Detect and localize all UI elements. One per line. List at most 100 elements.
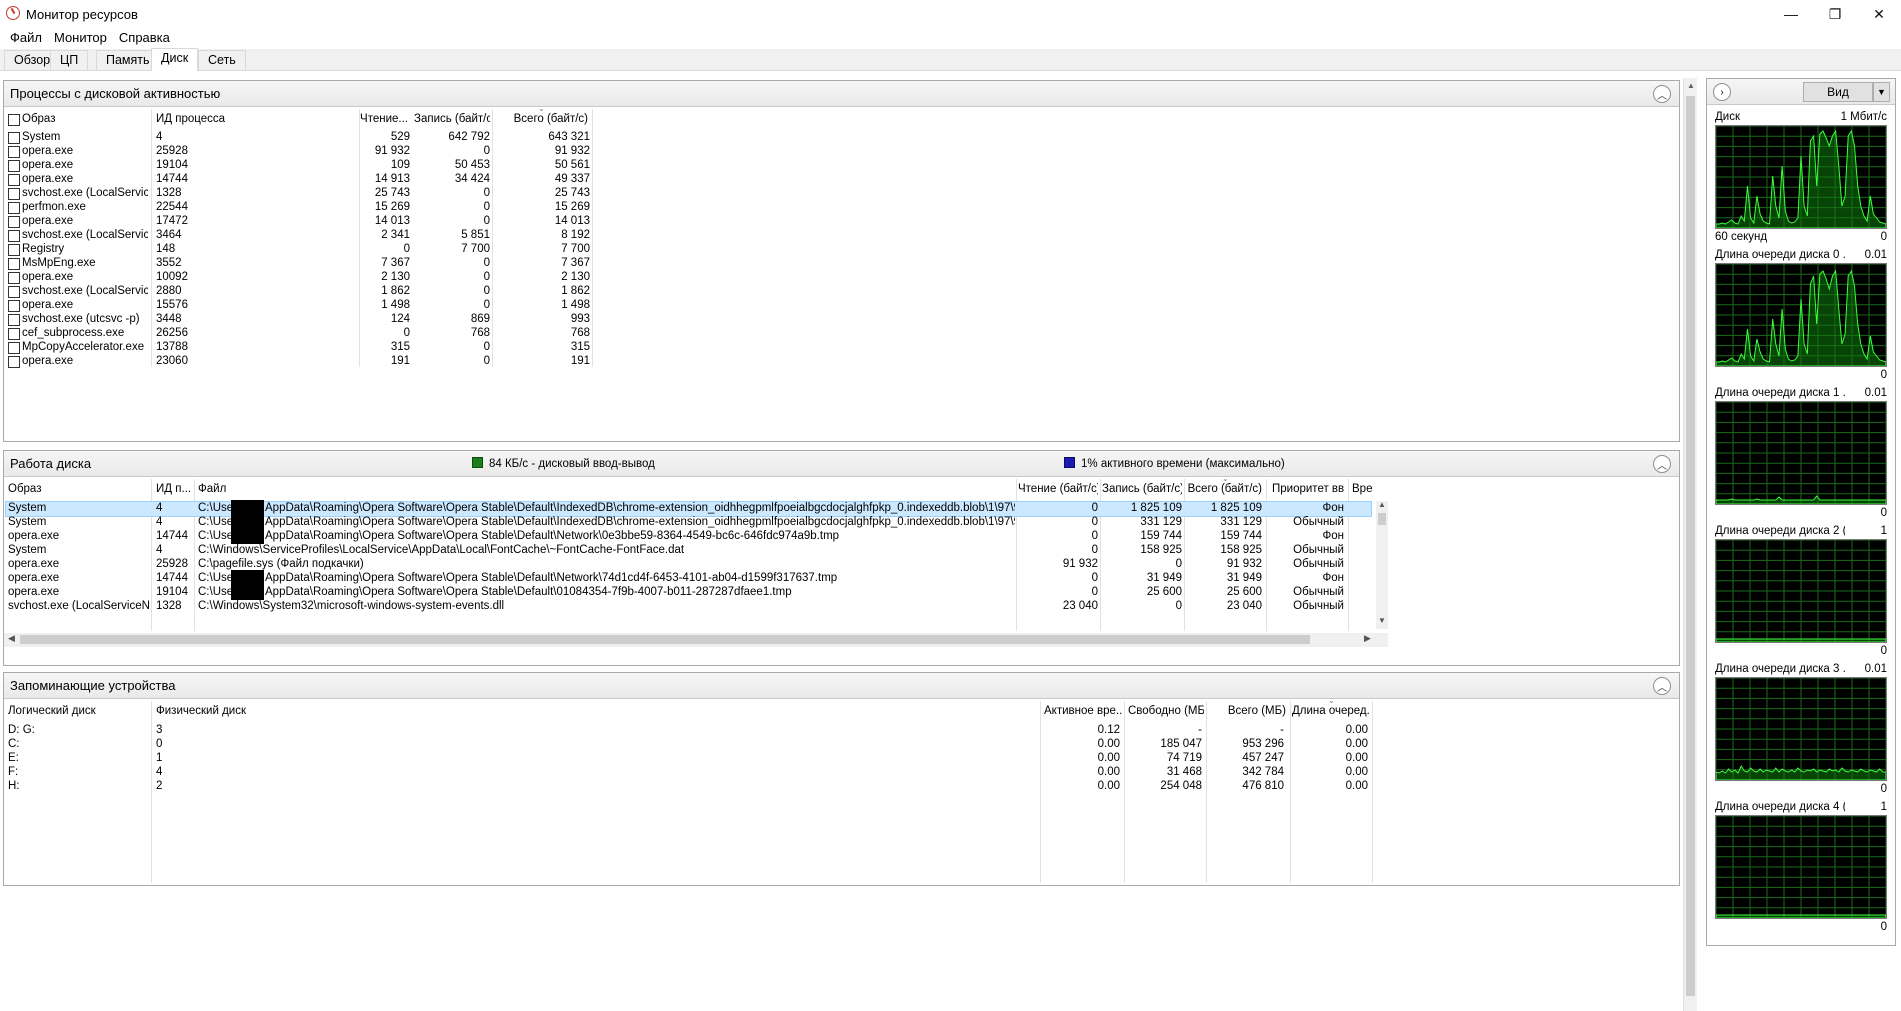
process-name[interactable]: opera.exe: [8, 530, 150, 542]
process-checkbox[interactable]: [8, 132, 20, 144]
process-checkbox[interactable]: [8, 188, 20, 200]
process-name[interactable]: opera.exe: [22, 215, 148, 227]
process-name[interactable]: System: [8, 502, 150, 514]
disk-processes-header[interactable]: Процессы с дисковой активностью ︿: [4, 81, 1679, 107]
physical-disk: 2: [156, 780, 163, 792]
process-name[interactable]: MpCopyAccelerator.exe: [22, 341, 148, 353]
process-name[interactable]: opera.exe: [22, 299, 148, 311]
process-name[interactable]: MsMpEng.exe: [22, 257, 148, 269]
column-header[interactable]: Свободно (МБ): [1128, 705, 1204, 717]
process-name[interactable]: opera.exe: [8, 586, 150, 598]
logical-disk[interactable]: C:: [8, 738, 150, 750]
logical-disk[interactable]: F:: [8, 766, 150, 778]
column-divider: [151, 701, 152, 883]
column-header[interactable]: Запись (байт/с): [414, 113, 490, 125]
main-scrollbar[interactable]: ▲: [1683, 78, 1697, 1011]
view-dropdown-icon[interactable]: ▼: [1873, 82, 1890, 102]
column-header[interactable]: Активное вре...: [1044, 705, 1122, 717]
process-name[interactable]: System: [8, 544, 150, 556]
column-header[interactable]: ИД п...: [156, 483, 194, 495]
select-all-checkbox[interactable]: [8, 114, 20, 126]
scroll-left-icon[interactable]: ◀: [8, 633, 15, 644]
process-checkbox[interactable]: [8, 160, 20, 172]
column-header[interactable]: Чтение (байт/с): [1018, 483, 1098, 495]
collapse-icon[interactable]: ︿: [1653, 677, 1671, 695]
tab-disk[interactable]: Диск: [151, 48, 199, 71]
process-checkbox[interactable]: [8, 202, 20, 214]
horizontal-scrollbar-thumb[interactable]: [20, 635, 1310, 644]
process-name[interactable]: System: [22, 131, 148, 143]
menu-monitor[interactable]: Монитор: [48, 28, 113, 48]
process-name[interactable]: opera.exe: [8, 572, 150, 584]
scroll-down-icon[interactable]: ▼: [1378, 616, 1386, 625]
column-header[interactable]: Всего (МБ): [1210, 705, 1286, 717]
storage-header[interactable]: Запоминающие устройства ︿: [4, 673, 1679, 699]
logical-disk[interactable]: E:: [8, 752, 150, 764]
column-header[interactable]: Запись (байт/с): [1102, 483, 1182, 495]
process-name[interactable]: opera.exe: [22, 271, 148, 283]
column-header[interactable]: Всего (байт/с): [494, 113, 588, 125]
column-header[interactable]: Файл: [198, 483, 498, 495]
process-name[interactable]: opera.exe: [8, 558, 150, 570]
column-header[interactable]: Всего (байт/с): [1186, 483, 1262, 495]
process-checkbox[interactable]: [8, 342, 20, 354]
column-header[interactable]: Приоритет вв...: [1272, 483, 1344, 495]
column-header[interactable]: ИД процесса: [156, 113, 356, 125]
process-name[interactable]: opera.exe: [22, 173, 148, 185]
process-checkbox[interactable]: [8, 300, 20, 312]
process-checkbox[interactable]: [8, 174, 20, 186]
tab-network[interactable]: Сеть: [198, 50, 246, 70]
process-checkbox[interactable]: [8, 328, 20, 340]
main-scrollbar-thumb[interactable]: [1686, 96, 1695, 996]
process-name[interactable]: svchost.exe (LocalServiceNetwo...: [8, 600, 150, 612]
column-header[interactable]: Образ: [22, 113, 142, 125]
column-header[interactable]: Образ: [8, 483, 150, 495]
process-checkbox[interactable]: [8, 244, 20, 256]
process-name[interactable]: opera.exe: [22, 145, 148, 157]
scroll-up-icon[interactable]: ▲: [1687, 81, 1695, 90]
process-name[interactable]: perfmon.exe: [22, 201, 148, 213]
process-checkbox[interactable]: [8, 356, 20, 368]
process-name[interactable]: cef_subprocess.exe: [22, 327, 148, 339]
process-name[interactable]: svchost.exe (LocalServiceNet...: [22, 187, 148, 199]
process-checkbox[interactable]: [8, 286, 20, 298]
process-name[interactable]: opera.exe: [22, 355, 148, 367]
process-name[interactable]: svchost.exe (LocalServiceNet...: [22, 285, 148, 297]
tab-cpu[interactable]: ЦП: [50, 50, 89, 70]
table-cell: Обычный: [1293, 600, 1344, 612]
process-name[interactable]: System: [8, 516, 150, 528]
column-header[interactable]: Физический диск: [156, 705, 456, 717]
process-checkbox[interactable]: [8, 216, 20, 228]
column-header[interactable]: Длина очеред...: [1292, 705, 1370, 717]
process-name[interactable]: svchost.exe (utcsvc -p): [22, 313, 148, 325]
process-checkbox[interactable]: [8, 230, 20, 242]
scroll-up-icon[interactable]: ▲: [1378, 500, 1386, 509]
close-button[interactable]: ✕: [1857, 0, 1901, 28]
process-name[interactable]: opera.exe: [22, 159, 148, 171]
logical-disk[interactable]: H:: [8, 780, 150, 792]
table-cell: 0.00: [1345, 752, 1368, 764]
collapse-icon[interactable]: ︿: [1653, 455, 1671, 473]
process-name[interactable]: Registry: [22, 243, 148, 255]
logical-disk[interactable]: D: G:: [8, 724, 150, 736]
scroll-right-icon[interactable]: ▶: [1364, 633, 1371, 644]
chevron-right-icon[interactable]: ›: [1713, 83, 1731, 101]
process-checkbox[interactable]: [8, 146, 20, 158]
process-checkbox[interactable]: [8, 258, 20, 270]
tab-memory[interactable]: Память: [96, 50, 160, 70]
disk-activity-header[interactable]: Работа диска 84 КБ/с - дисковый ввод-выв…: [4, 451, 1679, 477]
menu-file[interactable]: Файл: [4, 28, 48, 48]
process-checkbox[interactable]: [8, 314, 20, 326]
column-header[interactable]: Вре: [1352, 483, 1374, 495]
column-header[interactable]: Чтение...: [360, 113, 408, 125]
collapse-icon[interactable]: ︿: [1653, 85, 1671, 103]
column-header[interactable]: Логический диск: [8, 705, 150, 717]
process-checkbox[interactable]: [8, 272, 20, 284]
process-name[interactable]: svchost.exe (LocalServiceNo...: [22, 229, 148, 241]
table-cell: -: [1198, 724, 1202, 736]
vertical-scrollbar-thumb[interactable]: [1378, 513, 1386, 525]
minimize-button[interactable]: —: [1769, 0, 1813, 28]
view-button[interactable]: Вид: [1803, 82, 1873, 102]
menu-help[interactable]: Справка: [113, 28, 176, 48]
maximize-button[interactable]: ❐: [1813, 0, 1857, 28]
